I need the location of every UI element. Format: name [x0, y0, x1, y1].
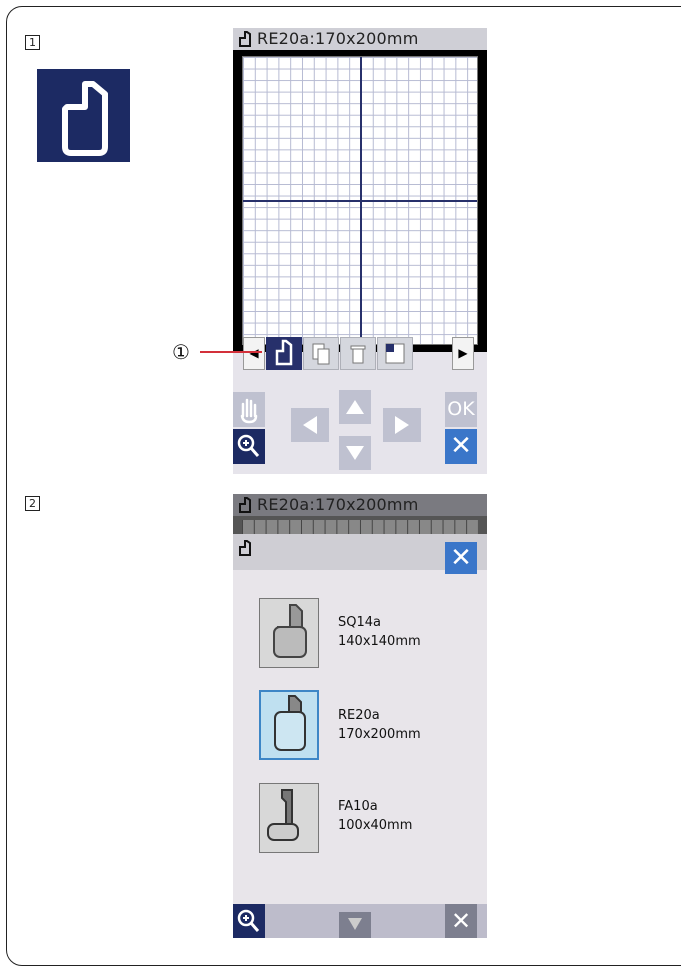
arrow-up-icon	[346, 400, 364, 414]
hoop-name: RE20a	[338, 708, 380, 723]
hoop-label-fa10a: FA10a 100x40mm	[338, 797, 412, 835]
hoop-name: SQ14a	[338, 615, 381, 630]
callout-1: ①	[172, 340, 190, 364]
hoop-icon	[239, 31, 251, 47]
copy-button[interactable]	[303, 337, 339, 370]
copy-icon	[312, 343, 330, 365]
hoop-grid-area[interactable]	[233, 50, 487, 352]
step-number-2: 2	[25, 496, 40, 511]
move-down-button[interactable]	[339, 436, 371, 470]
delete-button[interactable]	[340, 337, 376, 370]
arrow-down-icon	[348, 918, 362, 930]
arrow-right-icon	[395, 416, 409, 434]
cancel-button[interactable]: ✕	[445, 429, 477, 464]
toolbar-right-arrow[interactable]: ▶	[452, 337, 474, 370]
hand-icon	[240, 398, 258, 424]
toolbar-left-arrow[interactable]: ◀	[243, 337, 265, 370]
hoop-grid	[242, 56, 478, 345]
resize-icon	[385, 343, 405, 364]
hoop-option-re20a[interactable]	[259, 690, 319, 760]
ok-button[interactable]: OK	[445, 392, 477, 427]
hand-button[interactable]	[233, 392, 265, 427]
hoop-option-fa10a[interactable]	[259, 783, 319, 853]
hoop-icon	[239, 497, 251, 513]
move-up-button[interactable]	[339, 390, 371, 424]
arrow-left-icon	[303, 416, 317, 434]
rectangle-hoop-icon	[274, 695, 306, 751]
step-number-1: 1	[25, 35, 40, 50]
screen-2-title: RE20a:170x200mm	[257, 495, 419, 514]
arrow-down-icon	[346, 446, 364, 460]
zoom-in-icon	[237, 434, 260, 457]
hoop-name: FA10a	[338, 799, 378, 814]
grid-strip	[233, 516, 487, 534]
hoop-option-sq14a[interactable]	[259, 598, 319, 668]
zoom-in-icon	[237, 909, 260, 932]
trash-icon	[350, 345, 366, 364]
zoom-button-disabled[interactable]	[233, 904, 265, 938]
grid-axis-horizontal	[243, 200, 477, 202]
screen-2-titlebar: RE20a:170x200mm	[233, 494, 487, 516]
hoop-size: 100x40mm	[338, 818, 413, 833]
dialog-close-button[interactable]: ✕	[445, 542, 477, 574]
hoop-select-button[interactable]	[266, 337, 302, 370]
screen-1-title: RE20a:170x200mm	[257, 29, 419, 48]
zoom-button[interactable]	[233, 429, 265, 464]
move-right-button[interactable]	[383, 408, 421, 442]
screen-1-titlebar: RE20a:170x200mm	[233, 28, 487, 50]
hoop-select-icon-large	[37, 69, 130, 162]
hoop-select-icon	[275, 339, 293, 366]
close-button-bottom[interactable]: ✕	[445, 904, 477, 938]
hoop-label-sq14a: SQ14a 140x140mm	[338, 613, 421, 651]
hoop-size: 170x200mm	[338, 727, 421, 742]
hoop-label-re20a: RE20a 170x200mm	[338, 706, 421, 744]
callout-line	[200, 351, 262, 353]
square-hoop-icon	[273, 604, 307, 658]
hoop-icon	[239, 540, 251, 556]
free-arm-hoop-icon	[267, 789, 299, 841]
move-down-button-dim[interactable]	[339, 912, 371, 938]
hoop-size: 140x140mm	[338, 634, 421, 649]
resize-button[interactable]	[377, 337, 413, 370]
move-left-button[interactable]	[291, 408, 329, 442]
